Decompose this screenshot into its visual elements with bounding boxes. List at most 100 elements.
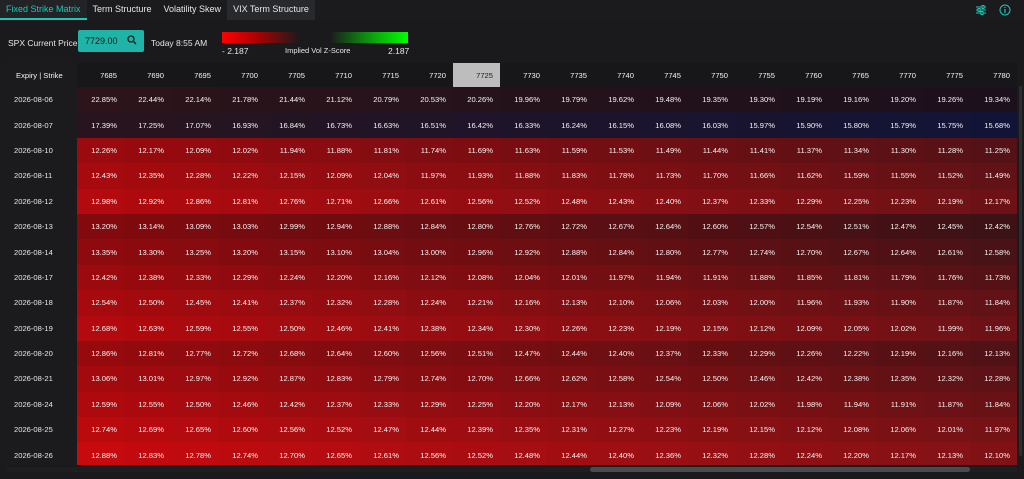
vol-cell[interactable]: 12.20% <box>829 442 876 465</box>
vol-cell[interactable]: 12.28% <box>735 442 782 465</box>
vol-cell[interactable]: 11.73% <box>970 264 1017 291</box>
strike-header[interactable]: 7780 <box>970 63 1017 87</box>
vol-cell[interactable]: 12.86% <box>171 188 218 214</box>
vol-cell[interactable]: 12.76% <box>265 188 312 214</box>
vol-cell[interactable]: 12.20% <box>312 264 359 291</box>
vol-cell[interactable]: 11.97% <box>970 417 1017 443</box>
vol-cell[interactable]: 12.20% <box>500 391 547 418</box>
vol-cell[interactable]: 12.26% <box>782 340 829 367</box>
vol-cell[interactable]: 12.92% <box>218 366 265 392</box>
strike-header[interactable]: 7735 <box>547 63 594 87</box>
vol-cell[interactable]: 12.79% <box>359 366 406 392</box>
vol-cell[interactable]: 12.19% <box>688 417 735 443</box>
vol-cell[interactable]: 12.81% <box>218 188 265 214</box>
vol-cell[interactable]: 12.37% <box>641 340 688 367</box>
vol-cell[interactable]: 12.44% <box>547 442 594 465</box>
vol-cell[interactable]: 12.74% <box>406 366 453 392</box>
vol-cell[interactable]: 12.02% <box>735 391 782 418</box>
strike-header[interactable]: 7775 <box>923 63 970 87</box>
vol-cell[interactable]: 11.91% <box>688 264 735 291</box>
vol-cell[interactable]: 12.64% <box>641 213 688 240</box>
vol-cell[interactable]: 12.29% <box>735 340 782 367</box>
vol-cell[interactable]: 12.00% <box>735 290 782 316</box>
vol-cell[interactable]: 12.06% <box>641 290 688 316</box>
vol-cell[interactable]: 12.23% <box>594 315 641 341</box>
vol-cell[interactable]: 12.94% <box>312 213 359 240</box>
vol-cell[interactable]: 11.81% <box>359 137 406 164</box>
vol-cell[interactable]: 12.61% <box>359 442 406 465</box>
vol-cell[interactable]: 12.41% <box>218 290 265 316</box>
vol-cell[interactable]: 12.83% <box>124 442 171 465</box>
strike-header[interactable]: 7710 <box>312 63 359 87</box>
vol-cell[interactable]: 12.65% <box>312 442 359 465</box>
vol-cell[interactable]: 12.34% <box>453 315 500 341</box>
vol-cell[interactable]: 11.53% <box>594 137 641 164</box>
vol-cell[interactable]: 21.78% <box>218 87 265 113</box>
strike-header[interactable]: 7715 <box>359 63 406 87</box>
vol-cell[interactable]: 12.72% <box>547 213 594 240</box>
vol-cell[interactable]: 12.32% <box>312 290 359 316</box>
vol-cell[interactable]: 12.04% <box>500 264 547 291</box>
vol-cell[interactable]: 22.85% <box>77 87 124 113</box>
vol-cell[interactable]: 13.35% <box>77 239 124 265</box>
vol-cell[interactable]: 12.84% <box>594 239 641 265</box>
vol-cell[interactable]: 12.33% <box>359 391 406 418</box>
strike-header[interactable]: 7730 <box>500 63 547 87</box>
vol-cell[interactable]: 12.37% <box>312 391 359 418</box>
vol-cell[interactable]: 12.16% <box>923 340 970 367</box>
vol-cell[interactable]: 12.71% <box>312 188 359 214</box>
vol-cell[interactable]: 19.62% <box>594 87 641 113</box>
vol-cell[interactable]: 12.16% <box>359 264 406 291</box>
vol-cell[interactable]: 12.56% <box>265 417 312 443</box>
vol-cell[interactable]: 12.27% <box>594 417 641 443</box>
vol-cell[interactable]: 12.26% <box>547 315 594 341</box>
vol-cell[interactable]: 12.29% <box>782 188 829 214</box>
vol-cell[interactable]: 12.66% <box>500 366 547 392</box>
vol-cell[interactable]: 11.90% <box>876 290 923 316</box>
vol-cell[interactable]: 11.84% <box>970 290 1017 316</box>
vol-cell[interactable]: 11.63% <box>500 137 547 164</box>
vol-cell[interactable]: 12.84% <box>406 213 453 240</box>
vol-cell[interactable]: 12.02% <box>218 137 265 164</box>
vol-cell[interactable]: 12.77% <box>688 239 735 265</box>
vol-cell[interactable]: 12.60% <box>218 417 265 443</box>
strike-header[interactable]: 7700 <box>218 63 265 87</box>
vol-cell[interactable]: 12.36% <box>641 442 688 465</box>
strike-header[interactable]: 7690 <box>124 63 171 87</box>
vol-cell[interactable]: 15.68% <box>970 112 1017 138</box>
vol-cell[interactable]: 12.39% <box>453 417 500 443</box>
vol-cell[interactable]: 12.41% <box>359 315 406 341</box>
vol-cell[interactable]: 12.09% <box>641 391 688 418</box>
vol-cell[interactable]: 12.47% <box>500 340 547 367</box>
vol-cell[interactable]: 12.23% <box>876 188 923 214</box>
vol-cell[interactable]: 12.58% <box>970 239 1017 265</box>
vol-cell[interactable]: 19.30% <box>735 87 782 113</box>
vol-cell[interactable]: 11.34% <box>829 137 876 164</box>
vol-cell[interactable]: 13.00% <box>406 239 453 265</box>
vol-cell[interactable]: 12.40% <box>594 442 641 465</box>
vol-cell[interactable]: 12.59% <box>171 315 218 341</box>
vol-cell[interactable]: 11.62% <box>782 163 829 189</box>
vol-cell[interactable]: 17.39% <box>77 112 124 138</box>
vol-cell[interactable]: 11.28% <box>923 137 970 164</box>
vol-cell[interactable]: 12.43% <box>594 188 641 214</box>
vol-cell[interactable]: 12.35% <box>876 366 923 392</box>
vol-cell[interactable]: 21.12% <box>312 87 359 113</box>
vol-cell[interactable]: 12.44% <box>547 340 594 367</box>
vol-cell[interactable]: 12.47% <box>876 213 923 240</box>
vol-cell[interactable]: 12.52% <box>453 442 500 465</box>
vol-cell[interactable]: 12.28% <box>970 366 1017 392</box>
vol-cell[interactable]: 16.51% <box>406 112 453 138</box>
vol-cell[interactable]: 11.93% <box>453 163 500 189</box>
vol-cell[interactable]: 12.76% <box>500 213 547 240</box>
vol-cell[interactable]: 12.52% <box>312 417 359 443</box>
vol-cell[interactable]: 12.56% <box>453 188 500 214</box>
vol-cell[interactable]: 20.79% <box>359 87 406 113</box>
vol-cell[interactable]: 12.09% <box>171 137 218 164</box>
strike-header[interactable]: 7720 <box>406 63 453 87</box>
vol-cell[interactable]: 11.84% <box>970 391 1017 418</box>
vol-cell[interactable]: 12.03% <box>688 290 735 316</box>
vol-cell[interactable]: 12.08% <box>829 417 876 443</box>
tab-vix-term-structure[interactable]: VIX Term Structure <box>227 0 315 20</box>
vol-cell[interactable]: 20.26% <box>453 87 500 113</box>
